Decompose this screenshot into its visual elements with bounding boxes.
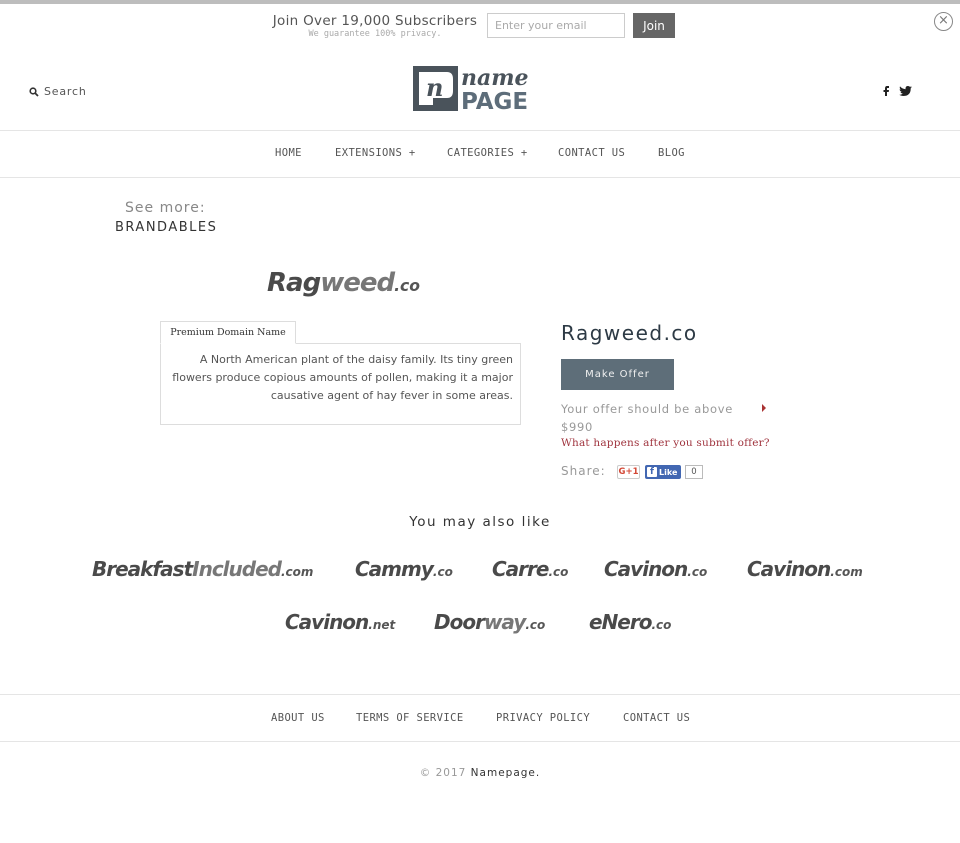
social-links	[883, 86, 912, 96]
rec-tld: .com	[830, 565, 863, 579]
footer-privacy-policy[interactable]: PRIVACY POLICY	[496, 712, 590, 724]
subscribe-text: Join Over 19,000 Subscribers We guarante…	[270, 13, 480, 39]
footer-terms-of-service[interactable]: TERMS OF SERVICE	[356, 712, 464, 724]
email-input[interactable]	[487, 13, 625, 38]
rec-part1: Cavinon	[747, 557, 831, 581]
rec-tld: .co	[548, 565, 569, 579]
nav-home[interactable]: HOME	[275, 147, 302, 159]
recommended-domain[interactable]: BreakfastIncluded.com	[92, 557, 313, 581]
caret-right-icon	[762, 404, 766, 412]
rec-tld: .co	[432, 565, 453, 579]
rec-part1: Cavinon	[285, 610, 369, 634]
logo-text-name: name	[461, 65, 529, 91]
rec-tld: .co	[651, 618, 672, 632]
copyright-prefix: © 2017	[419, 767, 467, 779]
logo-text-page: PAGE	[461, 89, 528, 111]
what-happens-link[interactable]: What happens after you submit offer?	[561, 437, 770, 449]
premium-domain-tab[interactable]: Premium Domain Name	[160, 321, 296, 344]
rec-part1: Carre	[492, 557, 549, 581]
copyright-brand-link[interactable]: Namepage.	[471, 767, 541, 779]
footer-about-us[interactable]: ABOUT US	[271, 712, 325, 724]
namepage-logo-icon: n name PAGE	[413, 65, 529, 115]
domain-name-title: Ragweed.co	[561, 321, 698, 345]
domain-logo-part2: weed	[320, 268, 395, 298]
search-label: Search	[44, 85, 87, 98]
copyright: © 2017 Namepage.	[0, 767, 960, 779]
rec-part1: Cammy	[355, 557, 434, 581]
domain-logo-part1: Rag	[267, 268, 321, 298]
recommended-domain[interactable]: Cammy.co	[355, 557, 453, 581]
nav-categories[interactable]: CATEGORIES +	[447, 147, 528, 159]
rec-part1: Door	[434, 610, 485, 634]
you-may-also-like-heading: You may also like	[409, 514, 551, 530]
rec-part1: Breakfast	[92, 557, 193, 581]
logo-mark: n	[426, 73, 443, 102]
see-more-label: See more:	[125, 200, 206, 216]
rec-tld: .co	[525, 618, 546, 632]
domain-description: A North American plant of the daisy fami…	[172, 353, 513, 402]
subscribe-privacy-note: We guarantee 100% privacy.	[308, 29, 442, 39]
nav-blog[interactable]: BLOG	[658, 147, 685, 159]
footer-nav: ABOUT US TERMS OF SERVICE PRIVACY POLICY…	[0, 694, 960, 742]
facebook-icon[interactable]	[883, 86, 889, 96]
domain-logo-tld: .co	[394, 277, 420, 295]
facebook-like-button[interactable]: f Like	[645, 465, 681, 479]
subscribe-title: Join Over 19,000 Subscribers	[272, 13, 478, 29]
close-icon[interactable]: ×	[934, 12, 953, 31]
recommended-domain[interactable]: eNero.co	[589, 610, 671, 634]
rec-tld: .co	[687, 565, 708, 579]
subscribe-bar: Join Over 19,000 Subscribers We guarante…	[0, 4, 960, 46]
facebook-like-label: Like	[659, 467, 678, 477]
offer-minimum-note: Your offer should be above $990	[561, 402, 734, 434]
make-offer-button[interactable]: Make Offer	[561, 359, 674, 390]
site-logo[interactable]: n name PAGE	[413, 65, 549, 115]
main-nav: HOME EXTENSIONS + CATEGORIES + CONTACT U…	[0, 130, 960, 178]
footer-contact-us[interactable]: CONTACT US	[623, 712, 690, 724]
recommended-domain[interactable]: Cavinon.co	[604, 557, 707, 581]
search-icon	[29, 86, 39, 97]
recommended-domain[interactable]: Carre.co	[492, 557, 568, 581]
brandables-link[interactable]: BRANDABLES	[115, 220, 217, 235]
rec-part1: eNero	[589, 610, 652, 634]
rec-part2: way	[483, 610, 526, 634]
rec-tld: .net	[368, 618, 396, 632]
share-label: Share:	[561, 464, 606, 478]
search-link[interactable]: Search	[29, 85, 87, 98]
rec-part1: Cavinon	[604, 557, 688, 581]
rec-part2: Included	[192, 557, 282, 581]
twitter-icon[interactable]	[899, 86, 912, 96]
recommended-domain[interactable]: Cavinon.net	[285, 610, 395, 634]
join-button[interactable]: Join	[633, 13, 675, 38]
google-plus-button[interactable]: G+1	[617, 465, 640, 479]
domain-logo: Ragweed.co	[267, 268, 420, 298]
nav-extensions[interactable]: EXTENSIONS +	[335, 147, 416, 159]
rec-tld: .com	[280, 565, 314, 579]
recommended-domain[interactable]: Cavinon.com	[747, 557, 863, 581]
facebook-icon: f	[647, 467, 657, 477]
nav-contact-us[interactable]: CONTACT US	[558, 147, 625, 159]
facebook-like-count: 0	[685, 465, 703, 479]
recommended-domain[interactable]: Doorway.co	[434, 610, 545, 634]
